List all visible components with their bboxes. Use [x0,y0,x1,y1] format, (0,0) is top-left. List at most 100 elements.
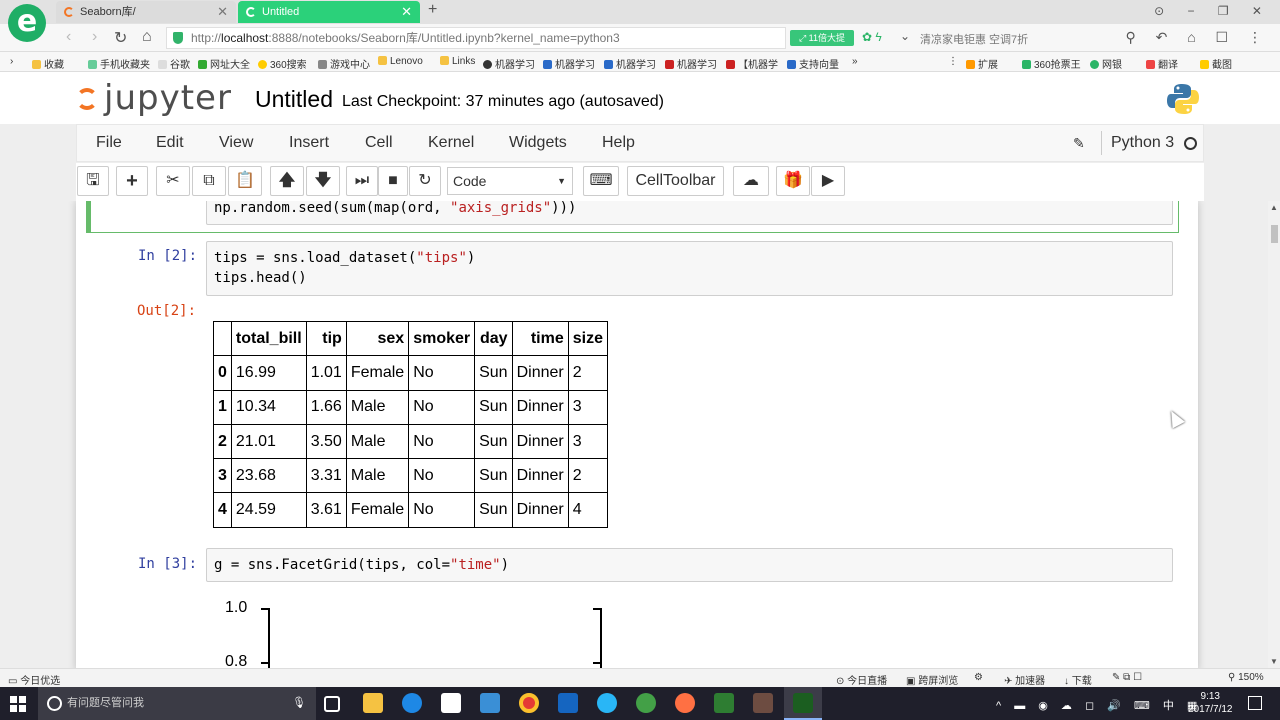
move-down-button[interactable]: 🡇 [306,166,340,196]
app-icon[interactable] [714,693,734,713]
system-tray[interactable]: ^ ▬ ◉ ☁ ◻ 🔊 ⌨ 中 ▦ [996,697,1202,713]
copy-button[interactable]: ⧉ [192,166,226,196]
live-button[interactable]: ⊙ 今日直播 [836,672,887,687]
download-button[interactable]: ↓ 下载 [1064,672,1092,687]
bookmark-item[interactable]: 网银 [1090,56,1122,71]
url-input[interactable]: http://localhost:8888/notebooks/Seaborn库… [166,27,786,49]
new-tab-icon[interactable]: + [428,1,437,19]
back-icon[interactable]: ‹ [66,28,71,46]
360-browser-icon[interactable] [636,693,656,713]
dropdown-icon[interactable]: ⌄ [900,29,910,43]
paste-button[interactable]: 📋 [228,166,262,196]
close-tab-icon[interactable]: ✕ [401,1,412,23]
chrome-icon[interactable] [519,693,539,713]
app-icon[interactable] [558,693,578,713]
bookmark-item[interactable]: 支持向量 [787,56,839,71]
tab-untitled[interactable]: Untitled ✕ [238,1,420,23]
active-app[interactable] [784,687,822,720]
notebook-title[interactable]: Untitled [255,86,333,113]
accelerator-button[interactable]: ✈ 加速器 [1004,672,1045,687]
bookmark-item[interactable]: 机器学习 [604,56,656,71]
bookmark-item[interactable]: 截图 [1200,56,1232,71]
bookmark-item[interactable]: 谷歌 [158,56,190,71]
command-palette-button[interactable]: ⌨ [583,166,619,196]
celltoolbar-button[interactable]: CellToolbar [627,166,724,196]
windows-start-icon[interactable] [10,696,26,712]
browser-logo-icon[interactable]: e [8,4,46,42]
speed-button[interactable]: ⤢ 11倍大提 [790,30,854,46]
scroll-down-icon[interactable]: ▼ [1270,657,1278,666]
menu-widgets[interactable]: Widgets [509,134,567,152]
taskbar-clock[interactable]: 9:13 2017/7/12 [1188,690,1233,716]
gift-button[interactable]: 🎁 [776,166,810,196]
bookmarks-menu-icon[interactable]: ⋮ [948,56,958,67]
interrupt-button[interactable]: ■ [378,166,408,196]
app-icon[interactable] [753,693,773,713]
microphone-icon[interactable]: 🎙 [292,687,306,720]
bookmark-item[interactable]: Lenovo [378,56,423,67]
app-icon[interactable] [480,693,500,713]
cross-screen-button[interactable]: ▣ 跨屏浏览 [906,672,958,687]
menu-edit[interactable]: Edit [156,134,184,152]
menu-cell[interactable]: Cell [365,134,393,152]
bookmark-item[interactable]: 翻译 [1146,56,1178,71]
forward-icon[interactable]: › [92,28,97,46]
cut-button[interactable]: ✂ [156,166,190,196]
menu-view[interactable]: View [219,134,253,152]
bookmark-item[interactable]: 【机器学 [726,56,778,71]
vertical-scrollbar[interactable]: ▲ ▼ [1268,201,1280,668]
tab-seaborn[interactable]: Seaborn库/ ✕ [56,1,236,23]
bookmark-item[interactable]: 收藏 [32,56,64,71]
close-tab-icon[interactable]: ✕ [217,1,228,23]
task-view-icon[interactable] [324,696,340,712]
move-up-button[interactable]: 🡅 [270,166,304,196]
bookmark-label: 谷歌 [170,60,190,71]
menu-file[interactable]: File [96,134,122,152]
bookmark-item[interactable]: 机器学习 [483,56,535,71]
youtube-button[interactable]: ▶ [811,166,845,196]
bookmark-item[interactable]: 360抢票王 [1022,56,1081,71]
zoom-level[interactable]: ⚲ 150% [1228,672,1264,683]
bookmarks-toggle-icon[interactable]: › [10,56,13,67]
settings-icon[interactable]: ⚙ [974,672,983,683]
bookmark-item[interactable]: 网址大全 [198,56,250,71]
code-cell-3[interactable]: g = sns.FacetGrid(tips, col="time") [206,548,1173,582]
bookmark-item[interactable]: 机器学习 [665,56,717,71]
menu-help[interactable]: Help [602,134,635,152]
code-cell-1[interactable]: np.random.seed(sum(map(ord, "axis_grids"… [206,201,1173,225]
upload-cloud-button[interactable]: ☁ [733,166,769,196]
cortana-search-input[interactable]: 有问题尽管问我 🎙 [38,687,316,720]
reload-icon[interactable]: ↻ [114,28,127,48]
refresh-green-icon[interactable]: ✿ ϟ [862,30,882,44]
store-icon[interactable] [441,693,461,713]
menu-insert[interactable]: Insert [289,134,329,152]
bookmark-item[interactable]: 手机收藏夹 [88,56,150,71]
edge-icon[interactable] [402,693,422,713]
home-icon[interactable]: ⌂ [142,28,152,46]
jupyter-app-icon[interactable] [675,693,695,713]
bookmark-item[interactable]: Links [440,56,475,67]
ie-icon[interactable] [597,693,617,713]
search-icon[interactable]: ⚲ ↶ ⌂ ☐ ⋮ [1125,29,1270,46]
insert-cell-button[interactable]: + [116,166,148,196]
cell-type-select[interactable]: Code ▼ [447,167,573,195]
bookmark-item[interactable]: 机器学习 [543,56,595,71]
code-cell-2[interactable]: tips = sns.load_dataset("tips") tips.hea… [206,241,1173,296]
restart-button[interactable]: ↻ [409,166,441,196]
status-tools-icons[interactable]: ✎ ⧉ ☐ [1112,672,1142,683]
notification-icon[interactable] [1248,696,1262,710]
bookmark-item[interactable]: 360搜索 [258,56,307,71]
save-button[interactable]: 🖫 [77,166,109,196]
news-ticker[interactable]: 清凉家电钜惠 空调7折 [920,31,1028,47]
today-picks[interactable]: ▭ 今日优选 [8,672,60,687]
run-button[interactable]: ⏭ [346,166,378,196]
window-controls[interactable]: ⊙ − ❐ ✕ [1154,4,1272,18]
scroll-thumb[interactable] [1271,225,1278,243]
more-bookmarks-icon[interactable]: » [852,56,858,67]
bookmark-item[interactable]: 游戏中心 [318,56,370,71]
file-explorer-icon[interactable] [363,693,383,713]
bookmark-item[interactable]: 扩展 [966,56,998,71]
scroll-up-icon[interactable]: ▲ [1270,203,1278,212]
edit-pencil-icon[interactable]: ✎ [1073,135,1085,152]
menu-kernel[interactable]: Kernel [428,134,474,152]
